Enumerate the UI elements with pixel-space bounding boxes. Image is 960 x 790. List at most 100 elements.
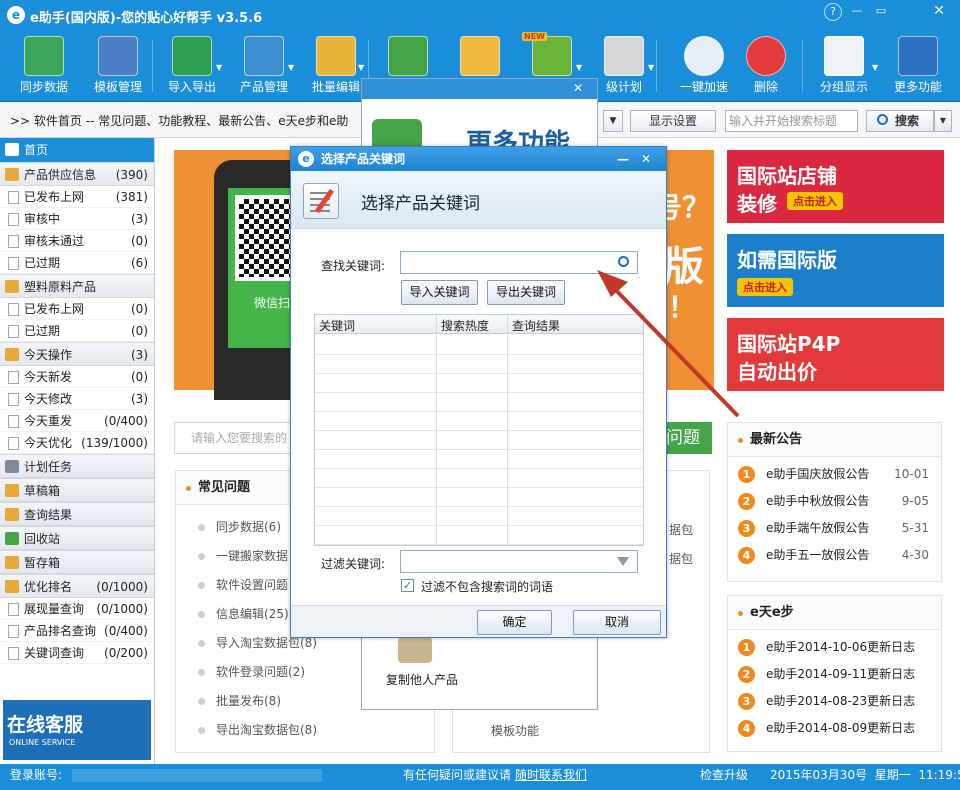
online-service-banner[interactable]: 在线客服 ONLINE SERVICE	[3, 700, 151, 760]
sidebar-item-count: (6)	[131, 256, 148, 270]
announcement-card: 最新公告 1 e助手国庆放假公告 10-01 2 e助手中秋放假公告 9-05 3 e助手端午…	[727, 422, 942, 582]
sidebar-group[interactable]: 塑料原料产品	[0, 274, 154, 298]
column-query-result[interactable]: 查询结果	[512, 317, 560, 334]
news-item[interactable]: 1 e助手国庆放假公告 10-01	[728, 461, 941, 488]
notepad-icon	[303, 183, 339, 219]
dialog-close-button[interactable]: ✕	[641, 147, 651, 171]
toolbar-dropdown-icon[interactable]: ▼	[872, 63, 878, 72]
ad-cta-button[interactable]: 点击进入	[787, 192, 843, 210]
news-item[interactable]: 3 e助手2014-08-23更新日志	[728, 688, 941, 715]
contact-us-link[interactable]: 随时联系我们	[515, 764, 587, 786]
check-upgrade-link[interactable]: 检查升级	[700, 764, 748, 786]
filter-icon[interactable]	[617, 557, 629, 566]
sidebar-item-label: 展现量查询	[24, 602, 85, 616]
faq-search-button[interactable]: 问题	[660, 422, 712, 454]
toolbar-label: 删除	[753, 80, 778, 94]
sidebar-item[interactable]: 产品排名查询 (0/400)	[0, 620, 154, 642]
sidebar-group[interactable]: 优化排名 (0/1000)	[0, 574, 154, 598]
sidebar-group[interactable]: 产品供应信息 (390)	[0, 162, 154, 186]
sidebar-group[interactable]: 查询结果	[0, 502, 154, 526]
sidebar-item[interactable]: 审核未通过 (0)	[0, 230, 154, 252]
sidebar-item-label: 审核未通过	[24, 234, 85, 248]
faq-right-item[interactable]: 模板功能	[491, 722, 539, 739]
sidebar-group[interactable]: 今天操作 (3)	[0, 342, 154, 366]
export-keywords-button[interactable]: 导出关键词	[487, 280, 565, 305]
table-row-line	[315, 544, 643, 545]
display-settings-button[interactable]: 显示设置	[630, 110, 716, 132]
news-item[interactable]: 2 e助手中秋放假公告 9-05	[728, 488, 941, 515]
copy-product-button[interactable]: 复制他人产品	[386, 671, 458, 688]
toolbar-dropdown-icon[interactable]: ▼	[648, 63, 654, 72]
ad-banner-p4p[interactable]: 国际站P4P 自动出价	[727, 318, 944, 391]
sidebar-group-label: 优化排名	[24, 580, 73, 594]
sidebar-item[interactable]: 今天修改 (3)	[0, 388, 154, 410]
search-options-dropdown[interactable]: ▼	[934, 110, 952, 132]
toolbar-button-13[interactable]: 更多功能	[882, 32, 954, 100]
filter-keyword-input[interactable]	[400, 550, 638, 573]
sidebar-item-count: (0)	[131, 302, 148, 316]
minimize-window-button[interactable]: —	[848, 3, 866, 21]
toolbar-button-2[interactable]: 模板管理	[82, 32, 154, 100]
toolbar-icon	[24, 36, 64, 76]
sidebar-item[interactable]: 已发布上网 (381)	[0, 186, 154, 208]
toolbar-button-12[interactable]: 分组显示	[808, 32, 880, 100]
sidebar-item[interactable]: 今天新发 (0)	[0, 366, 154, 388]
search-icon[interactable]	[618, 256, 629, 267]
ok-button[interactable]: 确定	[477, 610, 552, 635]
sidebar-group-label: 产品供应信息	[24, 168, 97, 182]
import-keywords-button[interactable]: 导入关键词	[401, 280, 478, 305]
sidebar-home[interactable]: 首页	[0, 138, 154, 162]
ad-banner-intl[interactable]: 如需国际版 点击进入	[727, 234, 944, 307]
toolbar-dropdown-icon[interactable]: ▼	[216, 63, 222, 72]
ad-banner-store[interactable]: 国际站店铺 装修 点击进入	[727, 150, 944, 223]
sidebar-item[interactable]: 审核中 (3)	[0, 208, 154, 230]
column-keyword[interactable]: 关键词	[319, 317, 355, 334]
sidebar-item[interactable]: 今天重发 (0/400)	[0, 410, 154, 432]
toolbar-dropdown-icon[interactable]: ▼	[288, 63, 294, 72]
toolbar-button-1[interactable]: 同步数据	[8, 32, 80, 100]
sidebar-item[interactable]: 今天优化 (139/1000)	[0, 432, 154, 454]
toolbar-button-11[interactable]: 删除	[730, 32, 802, 100]
cancel-button[interactable]: 取消	[573, 610, 661, 635]
faq-right-item[interactable]: 据包	[669, 550, 693, 567]
folder-icon	[5, 168, 19, 181]
ad-cta-button[interactable]: 点击进入	[737, 278, 793, 296]
find-keyword-input[interactable]	[400, 251, 638, 274]
popup-close-button[interactable]: ✕	[573, 81, 583, 95]
faq-right-item[interactable]: 据包	[669, 521, 693, 538]
column-search-heat[interactable]: 搜索热度	[441, 317, 489, 334]
sidebar-item[interactable]: 已过期 (6)	[0, 252, 154, 274]
news-item[interactable]: 4 e助手五一放假公告 4-30	[728, 542, 941, 569]
restore-window-button[interactable]: ▭	[872, 3, 890, 21]
news-item[interactable]: 2 e助手2014-09-11更新日志	[728, 661, 941, 688]
sidebar-item[interactable]: 已发布上网 (0)	[0, 298, 154, 320]
item-text: e助手国庆放假公告	[766, 467, 870, 481]
item-number: 1	[738, 466, 755, 483]
news-item[interactable]: 3 e助手端午放假公告 5-31	[728, 515, 941, 542]
sidebar-group[interactable]: 回收站	[0, 526, 154, 550]
search-button[interactable]: 搜索	[866, 110, 934, 132]
toolbar-icon	[604, 36, 644, 76]
sidebar-group[interactable]: 暂存箱	[0, 550, 154, 574]
search-input[interactable]: 输入并开始搜索标题	[725, 110, 858, 132]
faq-item[interactable]: 导出淘宝数据包(8)	[176, 716, 434, 745]
sidebar-group-label: 计划任务	[24, 460, 73, 474]
close-window-button[interactable]: ✕	[930, 3, 948, 21]
crumb-dropdown-button[interactable]: ▼	[603, 110, 623, 132]
toolbar-dropdown-icon[interactable]: ▼	[358, 63, 364, 72]
toolbar-dropdown-icon[interactable]: ▼	[576, 63, 582, 72]
item-text: e助手五一放假公告	[766, 548, 870, 562]
sidebar-group[interactable]: 计划任务	[0, 454, 154, 478]
sidebar-item[interactable]: 已过期 (0)	[0, 320, 154, 342]
table-row-line	[315, 487, 643, 488]
sidebar-item[interactable]: 关键词查询 (0/200)	[0, 642, 154, 664]
dialog-minimize-button[interactable]: —	[617, 147, 629, 171]
sidebar-group-label: 塑料原料产品	[24, 280, 97, 294]
exclude-checkbox[interactable]: ✓	[401, 579, 414, 592]
sidebar-item[interactable]: 展现量查询 (0/1000)	[0, 598, 154, 620]
ad-title: 国际站P4P	[737, 332, 841, 356]
news-item[interactable]: 4 e助手2014-08-09更新日志	[728, 715, 941, 742]
sidebar-group[interactable]: 草稿箱	[0, 478, 154, 502]
news-item[interactable]: 1 e助手2014-10-06更新日志	[728, 634, 941, 661]
help-icon[interactable]: ?	[824, 3, 842, 21]
